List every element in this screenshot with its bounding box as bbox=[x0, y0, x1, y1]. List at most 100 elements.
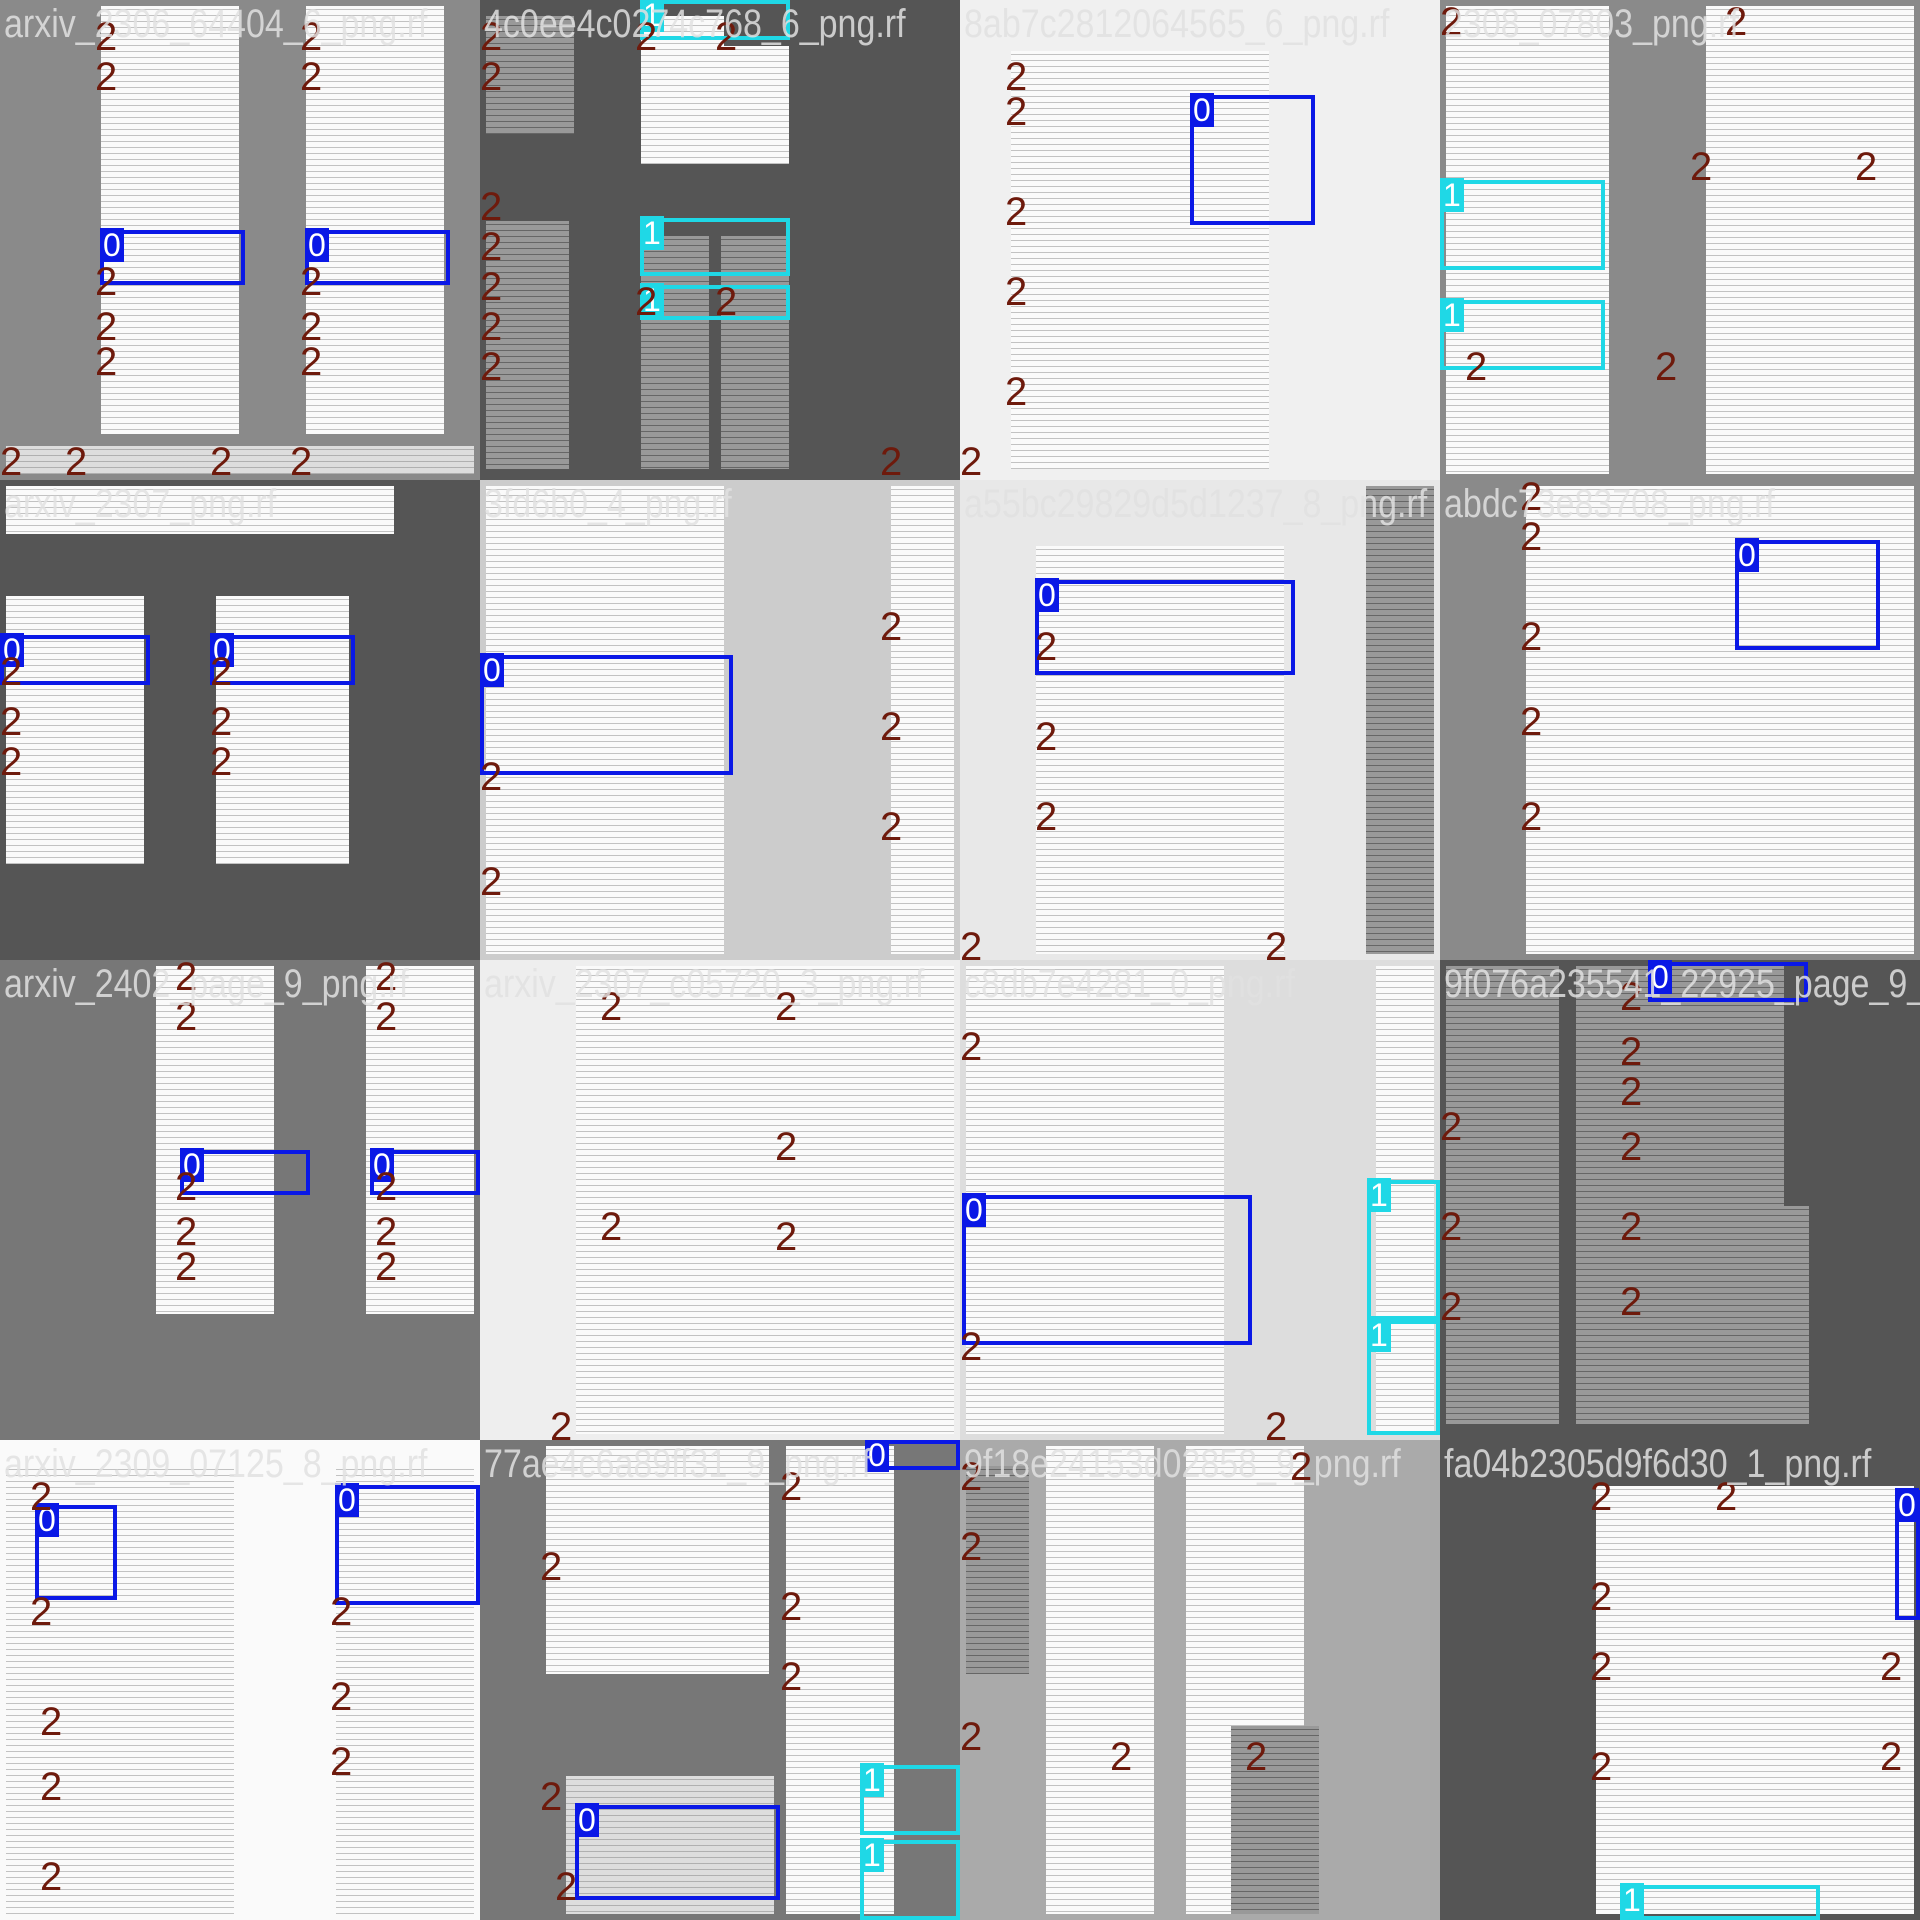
class-label: 2 bbox=[40, 1700, 63, 1744]
class-label: 2 bbox=[330, 1740, 353, 1784]
class-label: 2 bbox=[1440, 1285, 1463, 1329]
mosaic-tile: 0 2 2 2 2 2 3fd6b0_4_png.rf bbox=[480, 480, 960, 960]
class-label: 2 bbox=[600, 1205, 623, 1249]
class-label: 2 bbox=[300, 340, 323, 384]
mosaic-tile: 0 2 2 2 2 2 2 2 2 2 9f076a235541_22925_page_9_ bbox=[1440, 960, 1920, 1440]
class-label: 2 bbox=[480, 55, 503, 99]
class-label: 2 bbox=[960, 1455, 983, 1499]
class-label: 2 bbox=[40, 1855, 63, 1899]
class-label: 2 bbox=[210, 440, 233, 480]
bounding-box bbox=[575, 1805, 780, 1900]
class-label: 2 bbox=[1035, 795, 1058, 839]
class-label: 1 bbox=[640, 216, 664, 250]
document-page-image bbox=[1225, 1720, 1325, 1920]
class-label: 1 bbox=[1440, 298, 1464, 332]
class-label: 0 bbox=[480, 653, 504, 687]
class-label: 2 bbox=[775, 1125, 798, 1169]
class-label: 1 bbox=[1367, 1318, 1391, 1352]
class-label: 2 bbox=[1590, 1475, 1613, 1519]
class-label: 2 bbox=[1520, 515, 1543, 559]
class-label: 2 bbox=[480, 185, 503, 229]
tile-filename: a55bc29829d5d1237_8_png.rf bbox=[964, 482, 1428, 526]
mosaic-tile: 1 1 1 2 2 2 2 2 2 2 2 2 2 2 2 4c0ee4c0274c768_6_png.rf bbox=[480, 0, 960, 480]
class-label: 2 bbox=[0, 440, 23, 480]
class-label: 2 bbox=[175, 995, 198, 1039]
mosaic-tile: 0 0 2 2 2 2 2 2 2 2 2 2 2 2 2 2 arxiv_2306_64404_6_png.r… bbox=[0, 0, 480, 480]
class-label: 2 bbox=[1035, 625, 1058, 669]
class-label: 2 bbox=[1440, 1105, 1463, 1149]
class-label: 2 bbox=[375, 1165, 398, 1209]
class-label: 0 bbox=[1735, 538, 1759, 572]
class-label: 2 bbox=[600, 985, 623, 1029]
class-label: 1 bbox=[860, 1838, 884, 1872]
class-label: 2 bbox=[1005, 270, 1028, 314]
class-label: 2 bbox=[960, 1525, 983, 1569]
document-page-image bbox=[540, 1440, 775, 1680]
class-label: 2 bbox=[1265, 1405, 1288, 1440]
class-label: 2 bbox=[1520, 795, 1543, 839]
class-label: 2 bbox=[1715, 1475, 1738, 1519]
class-label: 2 bbox=[1110, 1735, 1133, 1779]
class-label: 2 bbox=[175, 1165, 198, 1209]
class-label: 0 bbox=[1895, 1488, 1919, 1522]
mosaic-tile: 0 2 2 2 2 2 a55bc29829d5d1237_8_png.rf bbox=[960, 480, 1440, 960]
class-label: 2 bbox=[95, 260, 118, 304]
class-label: 0 bbox=[575, 1803, 599, 1837]
mosaic-tile: 0 1 1 2 2 2 c8db7e4281_0_png.rf bbox=[960, 960, 1440, 1440]
class-label: 2 bbox=[1520, 480, 1543, 519]
class-label: 2 bbox=[1005, 190, 1028, 234]
class-label: 2 bbox=[540, 1775, 563, 1819]
document-page-image bbox=[300, 0, 450, 440]
class-label: 2 bbox=[1655, 345, 1678, 389]
class-label: 2 bbox=[960, 1715, 983, 1759]
bounding-box bbox=[1620, 1885, 1820, 1920]
class-label: 2 bbox=[480, 265, 503, 309]
bounding-box bbox=[1440, 180, 1605, 270]
class-label: 2 bbox=[555, 1865, 578, 1909]
class-label: 2 bbox=[1620, 975, 1643, 1019]
class-label: 2 bbox=[1855, 145, 1878, 189]
class-label: 2 bbox=[1520, 615, 1543, 659]
document-page-image bbox=[1700, 0, 1920, 480]
class-label: 1 bbox=[1367, 1178, 1391, 1212]
class-label: 2 bbox=[375, 1245, 398, 1289]
document-page-image bbox=[0, 590, 150, 870]
class-label: 2 bbox=[960, 925, 983, 960]
bounding-box bbox=[962, 1195, 1252, 1345]
class-label: 2 bbox=[480, 15, 503, 59]
class-label: 2 bbox=[375, 960, 398, 999]
mosaic-tile: 0 2 2 2 2 2 2 8ab7c2812064565_6_png.rf bbox=[960, 0, 1440, 480]
class-label: 2 bbox=[95, 15, 118, 59]
class-label: 2 bbox=[1725, 0, 1748, 44]
bounding-box bbox=[480, 655, 733, 775]
class-label: 2 bbox=[880, 440, 903, 480]
class-label: 2 bbox=[480, 755, 503, 799]
class-label: 2 bbox=[775, 985, 798, 1029]
class-label: 2 bbox=[375, 995, 398, 1039]
class-label: 0 bbox=[305, 228, 329, 262]
class-label: 2 bbox=[175, 960, 198, 999]
class-label: 2 bbox=[1620, 1205, 1643, 1249]
class-label: 2 bbox=[300, 260, 323, 304]
mosaic-tile: 2 2 2 2 2 2 9f18e24153d02858_9_png.rf bbox=[960, 1440, 1440, 1920]
class-label: 2 bbox=[1035, 715, 1058, 759]
class-label: 2 bbox=[880, 805, 903, 849]
class-label: 2 bbox=[1245, 1735, 1268, 1779]
class-label: 2 bbox=[1590, 1575, 1613, 1619]
class-label: 0 bbox=[1648, 960, 1672, 994]
class-label: 2 bbox=[0, 700, 23, 744]
document-page-image bbox=[570, 960, 960, 1440]
class-label: 2 bbox=[1590, 1745, 1613, 1789]
class-label: 2 bbox=[1440, 0, 1463, 44]
class-label: 2 bbox=[95, 305, 118, 349]
class-label: 2 bbox=[960, 1025, 983, 1069]
class-label: 2 bbox=[480, 860, 503, 904]
class-label: 2 bbox=[880, 705, 903, 749]
class-label: 2 bbox=[330, 1675, 353, 1719]
class-label: 2 bbox=[1620, 1030, 1643, 1074]
class-label: 2 bbox=[1265, 925, 1288, 960]
class-label: 2 bbox=[300, 305, 323, 349]
class-label: 2 bbox=[1520, 700, 1543, 744]
class-label: 2 bbox=[960, 440, 983, 480]
class-label: 0 bbox=[335, 1483, 359, 1517]
